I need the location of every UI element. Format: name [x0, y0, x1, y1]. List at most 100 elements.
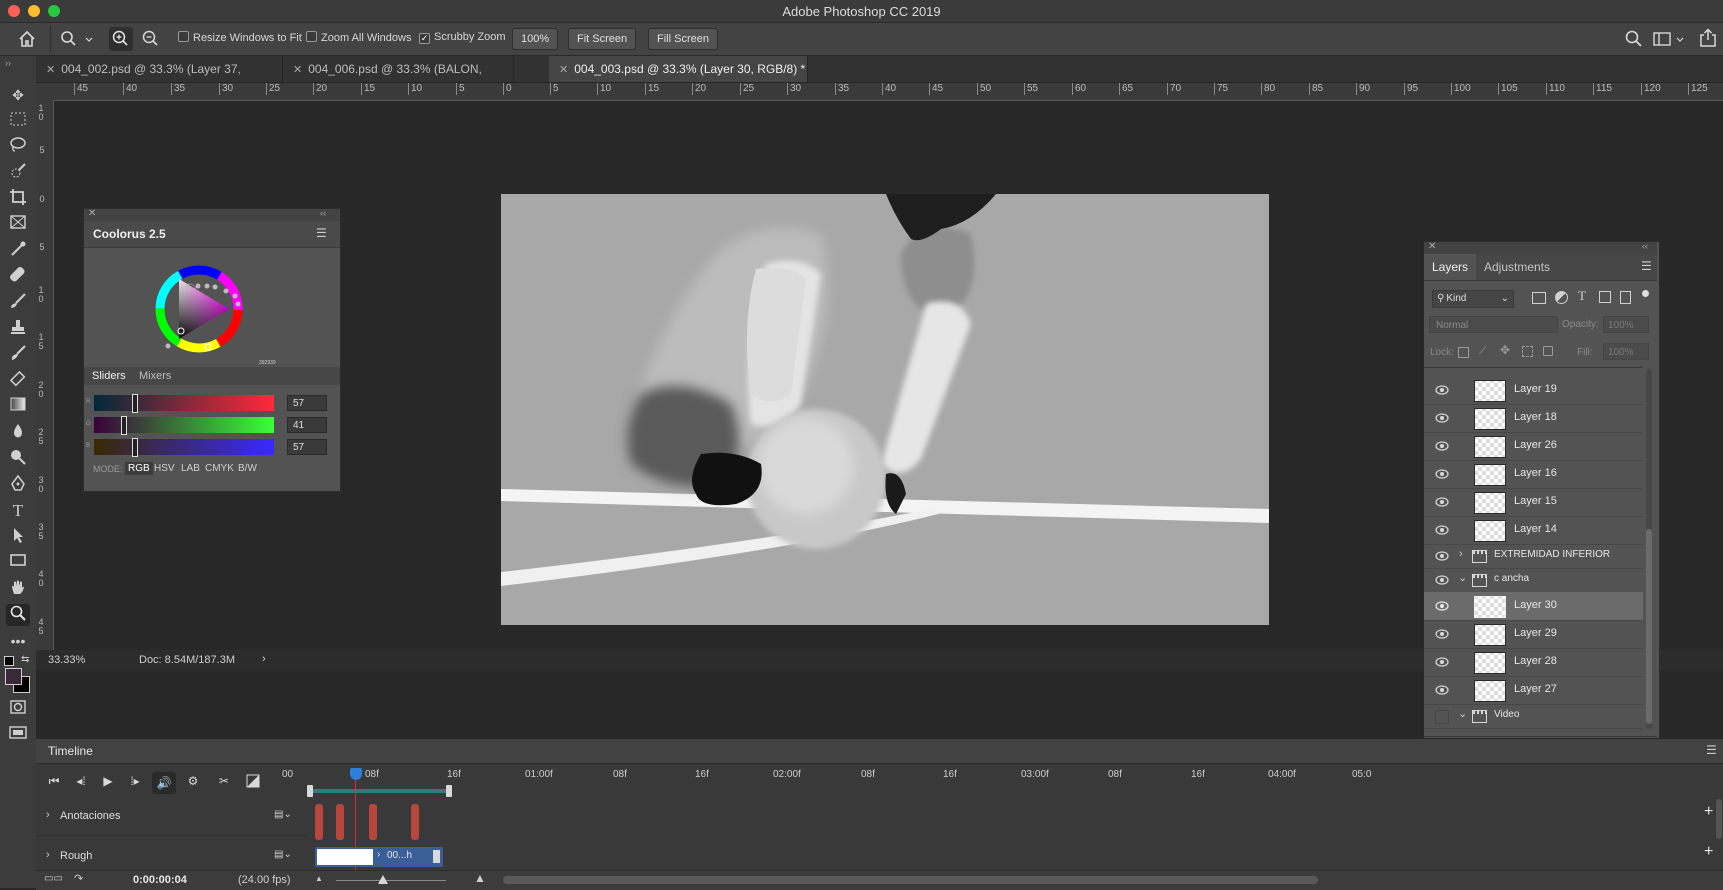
blur-tool-icon[interactable]: [6, 422, 30, 444]
healing-brush-tool-icon[interactable]: [6, 266, 30, 288]
pen-tool-icon[interactable]: [6, 474, 30, 496]
layers-scrollbar[interactable]: [1646, 369, 1652, 729]
layer-filter-kind[interactable]: ⚲ Kind ⌄: [1432, 290, 1514, 308]
clone-stamp-tool-icon[interactable]: [6, 318, 30, 340]
g-value-field[interactable]: 41: [287, 417, 327, 433]
filter-shape-icon[interactable]: [1599, 291, 1611, 303]
close-icon[interactable]: ✕: [293, 64, 302, 76]
eyedropper-tool-icon[interactable]: [6, 240, 30, 262]
mode-rgb[interactable]: RGB: [125, 462, 153, 475]
timeline-zoom-slider[interactable]: [336, 880, 446, 881]
visibility-eye-icon[interactable]: [1435, 412, 1449, 424]
layer-group-row[interactable]: › EXTREMIDAD INFERIOR: [1424, 544, 1643, 569]
g-slider[interactable]: [94, 416, 274, 435]
more-tools-icon[interactable]: •••: [6, 630, 30, 652]
filter-toggle-icon[interactable]: [1642, 290, 1649, 297]
lock-paint-icon[interactable]: ⟋: [1479, 345, 1487, 358]
visibility-eye-icon[interactable]: [1435, 496, 1449, 508]
layer-row[interactable]: Layer 14: [1424, 516, 1643, 545]
visibility-eye-icon[interactable]: [1435, 468, 1449, 480]
mode-lab[interactable]: LAB: [181, 463, 200, 474]
zoom-in-icon[interactable]: [109, 27, 133, 51]
timeline-zoom-handle[interactable]: [378, 875, 388, 884]
chevron-right-icon[interactable]: ›: [46, 809, 50, 821]
lock-artboard-icon[interactable]: [1522, 346, 1533, 357]
brush-tool-icon[interactable]: [6, 292, 30, 314]
audio-mute-icon[interactable]: 🔊: [152, 772, 176, 794]
scrubby-zoom-checkbox[interactable]: ✓ Scrubby Zoom: [419, 31, 506, 44]
layer-row[interactable]: Layer 15: [1424, 488, 1643, 517]
screen-mode-icon[interactable]: [6, 725, 30, 747]
layer-group-row[interactable]: ⌄ c ancha: [1424, 568, 1643, 593]
workspace-layout-icon[interactable]: [1652, 29, 1686, 49]
time-ruler[interactable]: 00 08f 16f 01:00f 08f 16f 02:00f 08f 16f…: [278, 765, 1723, 785]
timeline-hscroll[interactable]: [503, 876, 1318, 884]
previous-frame-icon[interactable]: ◂⁞: [71, 774, 91, 788]
annotation-clip[interactable]: [411, 804, 419, 840]
film-strip-icon[interactable]: ▤⌄: [274, 849, 292, 860]
tab-mixers[interactable]: Mixers: [139, 370, 171, 382]
hand-tool-icon[interactable]: [6, 578, 30, 600]
chevron-down-icon[interactable]: ⌄: [1458, 707, 1467, 720]
mode-cmyk[interactable]: CMYK: [205, 463, 234, 474]
collapse-icon[interactable]: ‹‹: [1642, 241, 1648, 251]
mode-bw[interactable]: B/W: [238, 463, 257, 474]
move-tool-icon[interactable]: ✥: [6, 84, 30, 106]
path-selection-tool-icon[interactable]: [6, 526, 30, 548]
doc-tab-004-002[interactable]: ✕004_002.psd @ 33.3% (Layer 37, RGB/8): [36, 56, 283, 103]
eraser-tool-icon[interactable]: [6, 370, 30, 392]
visibility-eye-icon[interactable]: [1435, 628, 1449, 640]
visibility-eye-icon[interactable]: [1435, 440, 1449, 452]
timeline-title[interactable]: Timeline: [48, 744, 93, 758]
layer-row[interactable]: Layer 26: [1424, 432, 1643, 461]
panel-menu-icon[interactable]: ☰: [1706, 743, 1717, 757]
visibility-eye-icon[interactable]: [1435, 384, 1449, 396]
zoom-all-windows-checkbox[interactable]: Zoom All Windows: [306, 31, 411, 44]
track-header[interactable]: › Anotaciones ▤⌄: [36, 799, 308, 836]
layer-row[interactable]: Layer 19: [1424, 376, 1643, 405]
annotation-clip[interactable]: [369, 804, 377, 840]
b-slider[interactable]: [94, 438, 274, 457]
film-strip-icon[interactable]: ▤⌄: [274, 809, 292, 820]
layer-group-row[interactable]: ⌄ Video: [1424, 704, 1643, 729]
add-track-button[interactable]: +: [1704, 843, 1713, 861]
timeline-vscroll[interactable]: [1716, 799, 1722, 839]
zoom-100-button[interactable]: 100%: [512, 28, 559, 50]
visibility-eye-icon[interactable]: [1435, 550, 1449, 562]
type-tool-icon[interactable]: T: [6, 500, 30, 522]
resize-windows-checkbox[interactable]: Resize Windows to Fit: [178, 31, 302, 44]
vertical-ruler[interactable]: 1 0 5 0 5 1 0 1 5 2 0 2 5 3 0 3 5 4 0 4 …: [36, 100, 54, 650]
fill-field[interactable]: 100%: [1603, 343, 1649, 360]
visibility-eye-icon[interactable]: [1435, 656, 1449, 668]
layer-row[interactable]: Layer 28: [1424, 648, 1643, 677]
dodge-tool-icon[interactable]: [6, 448, 30, 470]
clip-end-handle[interactable]: [433, 850, 440, 863]
layer-row[interactable]: Layer 18: [1424, 404, 1643, 433]
visibility-off-box[interactable]: [1435, 710, 1449, 724]
home-icon[interactable]: [17, 29, 37, 49]
document-canvas[interactable]: [501, 194, 1269, 625]
tab-sliders[interactable]: Sliders: [92, 370, 126, 382]
playhead[interactable]: [350, 768, 362, 780]
work-area-bar[interactable]: [309, 789, 447, 793]
filter-type-icon[interactable]: T: [1578, 288, 1586, 304]
quick-mask-icon[interactable]: [6, 699, 30, 721]
quick-selection-tool-icon[interactable]: [6, 162, 30, 184]
track-header[interactable]: › Rough ▤⌄: [36, 839, 308, 863]
next-frame-icon[interactable]: ⁞▸: [125, 774, 145, 788]
rectangle-tool-icon[interactable]: [6, 552, 30, 574]
render-video-icon[interactable]: ▭▭: [44, 873, 63, 884]
mode-hsv[interactable]: HSV: [154, 463, 175, 474]
r-value-field[interactable]: 57: [287, 395, 327, 411]
play-icon[interactable]: ▶: [98, 774, 118, 788]
search-icon[interactable]: [1624, 29, 1644, 49]
visibility-eye-icon[interactable]: [1435, 524, 1449, 536]
close-icon[interactable]: ✕: [46, 64, 55, 76]
work-area-start-handle[interactable]: [307, 785, 313, 797]
chevron-right-icon[interactable]: ›: [46, 849, 50, 861]
panel-menu-icon[interactable]: ☰: [316, 226, 327, 240]
close-icon[interactable]: ✕: [559, 64, 568, 76]
first-frame-icon[interactable]: ⏮: [44, 774, 64, 789]
horizontal-ruler[interactable]: 45 40 35 30 25 20 15 10 5 0 5 10 15 20 2…: [54, 83, 1723, 101]
transition-icon[interactable]: [243, 774, 263, 791]
